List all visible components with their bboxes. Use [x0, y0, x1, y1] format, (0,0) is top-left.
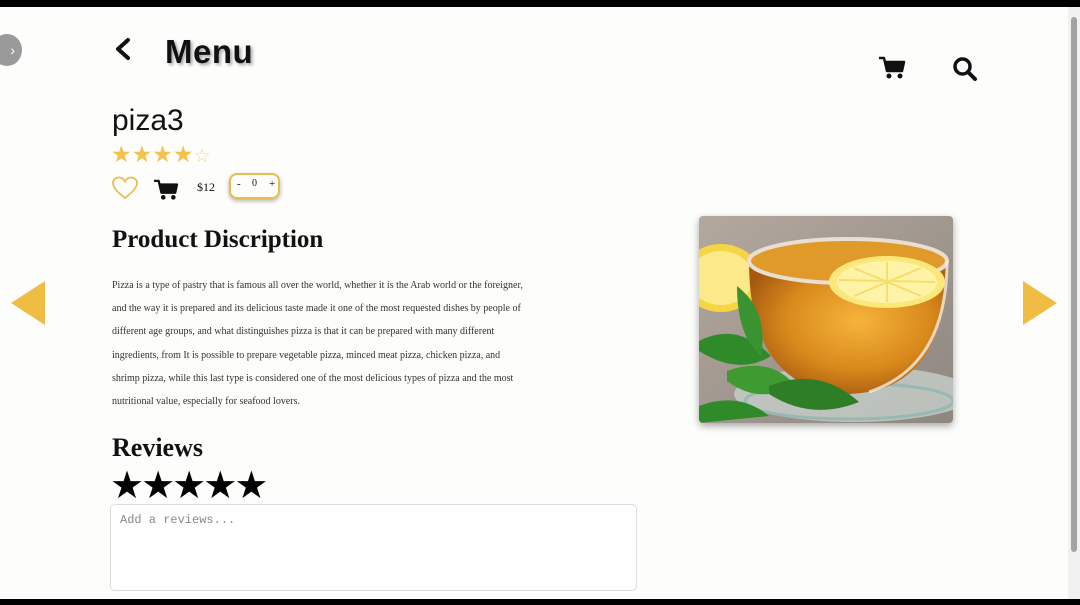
- cart-icon[interactable]: [878, 56, 906, 80]
- review-input[interactable]: [110, 504, 637, 591]
- window-bottom-border: [0, 599, 1080, 605]
- star-filled-icon: ★: [111, 141, 132, 167]
- description-line: nutritional value, especially for seafoo…: [112, 396, 300, 408]
- review-star-icon[interactable]: ★: [141, 465, 175, 507]
- product-image: [699, 216, 953, 423]
- review-star-icon[interactable]: ★: [234, 465, 268, 507]
- reviews-heading: Reviews: [112, 433, 203, 462]
- scrollbar-thumb[interactable]: [1071, 17, 1077, 552]
- description-heading: Product Discription: [112, 226, 324, 253]
- chevron-right-icon: ›: [10, 42, 15, 58]
- review-star-rating[interactable]: ★★★★★: [110, 465, 268, 507]
- review-star-icon[interactable]: ★: [110, 465, 144, 507]
- heart-outline-icon[interactable]: [111, 176, 139, 200]
- scrollbar[interactable]: [1068, 7, 1080, 599]
- quantity-value: 0: [252, 178, 257, 189]
- product-description: Pizza is a type of pastry that is famous…: [112, 274, 590, 413]
- star-filled-icon: ★: [131, 141, 153, 167]
- description-line: ingredients, from It is possible to prep…: [112, 349, 501, 361]
- previous-item-icon[interactable]: [10, 280, 46, 326]
- window-top-border: [0, 0, 1080, 7]
- description-line: and the way it is prepared and its delic…: [112, 303, 521, 315]
- add-to-cart-icon[interactable]: [153, 179, 179, 201]
- product-rating: ★★★★☆: [111, 141, 211, 168]
- search-icon[interactable]: [952, 56, 978, 82]
- decrease-quantity-button[interactable]: -: [237, 178, 241, 190]
- product-name: piza3: [112, 104, 184, 137]
- star-filled-icon: ★: [152, 141, 173, 167]
- sidebar-toggle-button[interactable]: ›: [0, 34, 22, 66]
- increase-quantity-button[interactable]: +: [269, 178, 275, 190]
- page-title: Menu: [165, 33, 254, 70]
- review-star-icon[interactable]: ★: [172, 465, 206, 507]
- star-empty-icon: ☆: [193, 146, 211, 167]
- next-item-icon[interactable]: [1022, 280, 1058, 326]
- product-price: $12: [197, 180, 215, 194]
- quantity-stepper[interactable]: - 0 +: [229, 173, 280, 199]
- star-filled-icon: ★: [172, 141, 194, 167]
- review-star-icon[interactable]: ★: [203, 465, 237, 507]
- description-line: shrimp pizza, while this last type is co…: [112, 372, 514, 384]
- chevron-left-icon[interactable]: [112, 36, 134, 64]
- description-line: different age groups, and what distingui…: [112, 326, 495, 338]
- description-line: Pizza is a type of pastry that is famous…: [112, 280, 523, 291]
